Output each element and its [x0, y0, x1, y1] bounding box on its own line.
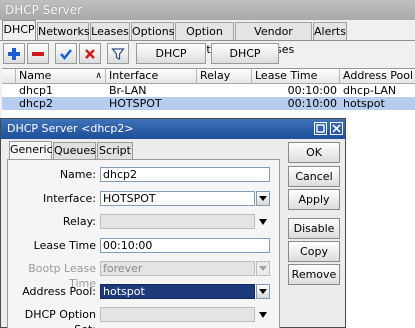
check-icon [60, 48, 72, 60]
tab-vendor-classes[interactable]: Vendor Classes [235, 22, 312, 56]
column-header-interface[interactable]: Interface [106, 69, 197, 84]
lease-time-label: Lease Time [33, 239, 96, 252]
tab-alerts[interactable]: Alerts [313, 22, 347, 41]
disable-item-button[interactable] [79, 43, 101, 64]
dhcp-setup-button[interactable]: DHCP Setup [211, 43, 279, 79]
interface-dropdown-button[interactable] [256, 191, 270, 206]
chevron-down-icon [259, 266, 267, 271]
tab-generic[interactable]: Generic [9, 141, 53, 160]
tab-options[interactable]: Options [131, 22, 174, 41]
dialog-title-bar[interactable]: DHCP Server <dhcp2> [1, 119, 345, 139]
column-header-name-label: Name [19, 69, 52, 82]
tab-dhcp[interactable]: DHCP [2, 20, 36, 41]
column-header-name[interactable]: Name ∧ [16, 69, 106, 84]
address-pool-select[interactable]: hotspot [100, 284, 255, 299]
cell-lease-time: 00:10:00 [287, 97, 337, 110]
remove-button[interactable]: Remove [288, 264, 340, 285]
copy-button[interactable]: Copy [288, 241, 340, 262]
tab-queues[interactable]: Queues [53, 142, 96, 159]
cell-name: dhcp1 [19, 84, 53, 97]
minus-icon [32, 51, 44, 56]
table-row-selected[interactable]: dhcp2 HOTSPOT 00:10:00 hotspot [2, 97, 415, 110]
maximize-icon[interactable] [314, 122, 327, 135]
cell-relay [197, 97, 252, 110]
dialog-title: DHCP Server <dhcp2> [7, 122, 134, 135]
column-header-relay[interactable]: Relay [197, 69, 252, 84]
address-pool-dropdown-button[interactable] [256, 284, 270, 299]
table-row[interactable]: dhcp1 Br-LAN 00:10:00 dhcp-LAN [2, 84, 415, 97]
cell-interface: Br-LAN [109, 84, 147, 97]
toolbar: DHCP Config DHCP Setup [0, 41, 415, 79]
ok-button[interactable]: OK [288, 142, 340, 163]
dhcp-option-set-expand-icon[interactable] [259, 312, 267, 318]
cell-address-pool: hotspot [343, 97, 385, 110]
cell-interface: HOTSPOT [109, 97, 162, 110]
chevron-down-icon [259, 289, 267, 294]
tab-script[interactable]: Script [97, 142, 133, 159]
relay-expand-icon[interactable] [259, 219, 267, 225]
tab-networks[interactable]: Networks [37, 22, 90, 41]
dhcp-option-set-label: DHCP Option Set: [24, 308, 96, 328]
main-tabs: DHCP Networks Leases Options Option Sets… [0, 20, 415, 56]
list-header: Name ∧ Interface Relay Lease Time Addres… [2, 69, 415, 84]
cell-relay [197, 84, 252, 97]
generic-panel: Name: dhcp2 Interface: HOTSPOT Relay: Le… [7, 159, 280, 328]
column-header-address-pool[interactable]: Address Pool [340, 69, 415, 84]
apply-button[interactable]: Apply [288, 189, 340, 210]
cell-address-pool: dhcp-LAN [343, 84, 397, 97]
cell-name: dhcp2 [19, 97, 53, 110]
dhcp-config-button[interactable]: DHCP Config [136, 43, 206, 79]
plus-icon [8, 47, 20, 60]
tab-option-sets[interactable]: Option Sets [175, 22, 234, 56]
bootp-lease-time-select: forever [100, 261, 255, 276]
interface-label: Interface: [43, 192, 96, 205]
enable-button[interactable] [55, 43, 77, 64]
remove-item-button[interactable] [27, 43, 49, 64]
window-title: DHCP Server [0, 0, 415, 20]
dhcp-server-dialog: DHCP Server <dhcp2> Generic Queues Scrip… [0, 118, 346, 328]
address-pool-label: Address Pool: [22, 285, 96, 298]
name-field[interactable]: dhcp2 [100, 167, 270, 182]
column-header-lease-time[interactable]: Lease Time [252, 69, 340, 84]
relay-label: Relay: [62, 215, 96, 228]
relay-field [100, 214, 255, 229]
cancel-button[interactable]: Cancel [288, 166, 340, 187]
dhcp-option-set-field [100, 307, 255, 322]
close-icon[interactable] [330, 122, 343, 135]
x-icon [85, 48, 95, 59]
filter-button[interactable] [107, 43, 129, 64]
chevron-down-icon [259, 196, 267, 201]
lease-time-field[interactable]: 00:10:00 [100, 238, 270, 253]
header-spacer [2, 69, 16, 84]
cell-lease-time: 00:10:00 [287, 84, 337, 97]
filter-icon [111, 47, 125, 60]
disable-button[interactable]: Disable [288, 218, 340, 239]
bootp-dropdown-button [256, 261, 270, 276]
interface-select[interactable]: HOTSPOT [100, 191, 255, 206]
tab-leases[interactable]: Leases [90, 22, 130, 41]
name-label: Name: [59, 168, 96, 181]
add-button[interactable] [3, 43, 25, 64]
sort-arrow-icon: ∧ [95, 71, 102, 81]
